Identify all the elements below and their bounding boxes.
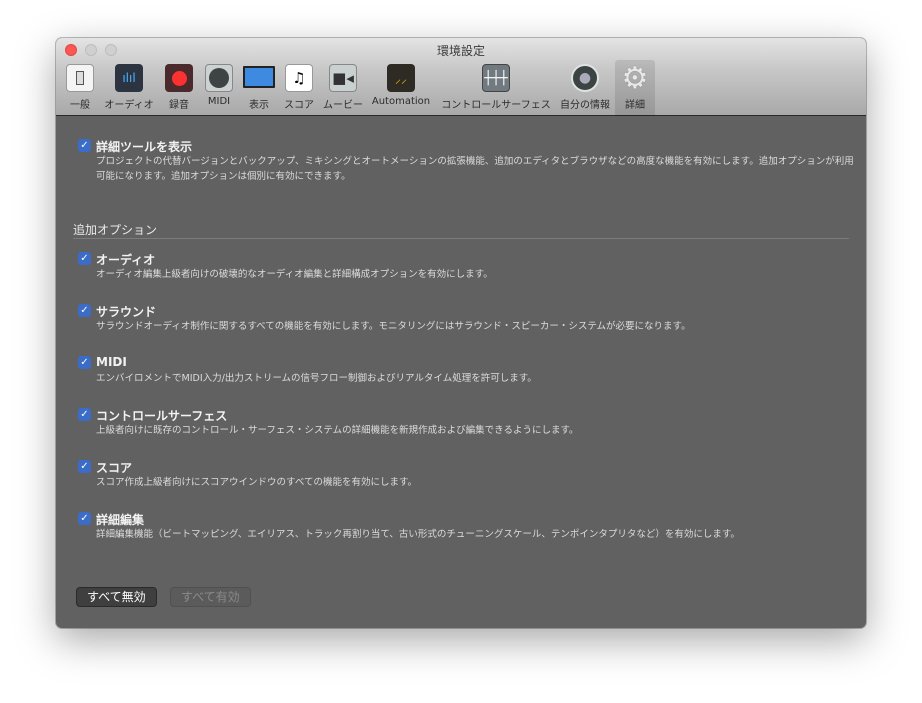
option-description: 詳細編集機能（ビートマッピング、エイリアス、トラック再割り当て、古い形式のチュー…: [96, 529, 740, 540]
option-description: 上級者向けに既存のコントロール・サーフェス・システムの詳細機能を新規作成および編…: [96, 425, 579, 436]
switch-icon: [66, 64, 94, 92]
option-audio-checkbox[interactable]: ✓: [78, 252, 91, 265]
waveform-icon: ılıl: [115, 64, 143, 92]
show-advanced-tools-label: 詳細ツールを表示: [96, 140, 193, 154]
option-description: サラウンドオーディオ制作に関するすべての機能を有効にします。モニタリングにはサラ…: [96, 321, 691, 332]
tab-my-info[interactable]: ● 自分の情報: [559, 60, 611, 116]
option-description: エンバイロメントでMIDI入力/出力ストリームの信号フロー制御およびリアルタイム…: [96, 373, 537, 384]
option-midi-checkbox[interactable]: ✓: [78, 356, 91, 369]
tab-record[interactable]: 録音: [162, 60, 196, 116]
music-note-icon: ♫: [285, 64, 313, 92]
tab-display[interactable]: 表示: [242, 60, 276, 116]
user-icon: ●: [571, 64, 599, 92]
enable-all-button[interactable]: すべて有効: [170, 587, 251, 607]
option-surround-checkbox[interactable]: ✓: [78, 304, 91, 317]
option-label: スコア: [96, 461, 133, 475]
monitor-icon: [243, 66, 275, 88]
option-description: スコア作成上級者向けにスコアウインドウのすべての機能を有効にします。: [96, 477, 418, 488]
option-description: オーディオ編集上級者向けの破壊的なオーディオ編集と詳細構成オプションを有効にしま…: [96, 269, 493, 280]
automation-icon: ⸝⸝: [387, 64, 415, 92]
disable-all-button[interactable]: すべて無効: [76, 587, 157, 607]
faders-icon: ┼┼┼: [482, 64, 510, 92]
tab-movie[interactable]: ■◂ ムービー: [322, 60, 364, 116]
option-control-surfaces-checkbox[interactable]: ✓: [78, 408, 91, 421]
show-advanced-tools-description: プロジェクトの代替バージョンとバックアップ、ミキシングとオートメーションの拡張機…: [96, 156, 854, 182]
tab-automation[interactable]: ⸝⸝ Automation: [370, 60, 432, 116]
option-label: MIDI: [96, 355, 127, 369]
option-advanced-editing-checkbox[interactable]: ✓: [78, 512, 91, 525]
tab-midi[interactable]: MIDI: [202, 60, 236, 116]
tab-general[interactable]: 一般: [64, 60, 96, 116]
window-title: 環境設定: [436, 44, 485, 58]
show-advanced-tools-checkbox[interactable]: ✓: [78, 139, 91, 152]
option-label: コントロールサーフェス: [96, 409, 228, 423]
tab-score[interactable]: ♫ スコア: [282, 60, 316, 116]
tab-audio[interactable]: ılıl オーディオ: [102, 60, 156, 116]
title-bar: 環境設定 一般 ılıl オーディオ 録音 MIDI 表示 ♫ スコア ■◂ ム…: [56, 38, 866, 116]
section-title: 追加オプション: [73, 223, 158, 237]
tab-advanced[interactable]: ⚙ 詳細: [615, 60, 655, 116]
record-icon: [165, 64, 193, 92]
video-camera-icon: ■◂: [329, 64, 357, 92]
divider: [73, 238, 849, 239]
option-label: オーディオ: [96, 253, 156, 267]
advanced-pane: ✓ 詳細ツールを表示 プロジェクトの代替バージョンとバックアップ、ミキシングとオ…: [56, 117, 866, 628]
tab-control-surfaces[interactable]: ┼┼┼ コントロールサーフェス: [438, 60, 554, 116]
option-label: 詳細編集: [96, 513, 145, 527]
gear-icon: ⚙: [621, 60, 649, 96]
option-score-checkbox[interactable]: ✓: [78, 460, 91, 473]
preferences-window: 環境設定 一般 ılıl オーディオ 録音 MIDI 表示 ♫ スコア ■◂ ム…: [56, 38, 866, 628]
midi-port-icon: [205, 64, 233, 92]
option-label: サラウンド: [96, 305, 157, 319]
